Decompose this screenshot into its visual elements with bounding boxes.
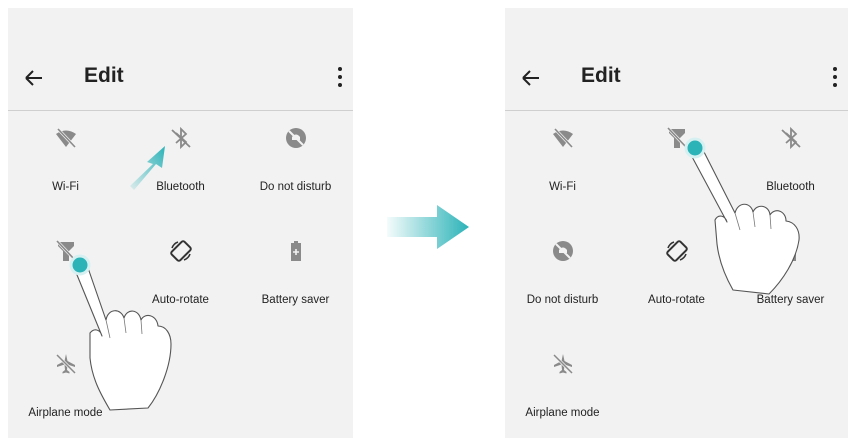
tile-airplane-mode[interactable]: Airplane mode [505,352,620,438]
do-not-disturb-icon [284,127,307,149]
tile-label: Airplane mode [525,407,600,419]
more-options-icon[interactable] [830,62,840,92]
toolbar: Edit [505,50,848,110]
tile-flashlight[interactable] [8,239,123,329]
edit-screen-before: Edit Wi-Fi Bluetooth Do not disturb Auto… [8,8,353,438]
tile-auto-rotate[interactable]: Auto-rotate [123,239,238,329]
airplane-mode-icon [552,352,573,375]
tile-bluetooth[interactable]: Bluetooth [733,126,848,216]
tile-battery-saver[interactable]: Battery saver [238,239,353,329]
tile-label: Auto-rotate [152,294,209,306]
tile-wifi[interactable]: Wi-Fi [505,126,620,216]
wifi-off-icon [54,127,77,149]
tile-label: Auto-rotate [648,294,705,306]
page-title: Edit [84,64,124,87]
tile-label: Bluetooth [766,181,815,193]
divider [8,110,353,111]
page-title: Edit [581,64,621,87]
edit-screen-after: Edit Wi-Fi Bluetooth Do not disturb Auto… [505,8,848,438]
tile-label: Do not disturb [526,294,599,306]
transition-arrow-icon [387,205,469,249]
tile-label: Wi-Fi [52,181,79,193]
tile-label: Battery saver [756,294,825,306]
back-arrow-icon[interactable] [517,64,545,92]
do-not-disturb-icon [551,240,574,262]
auto-rotate-icon [168,239,193,263]
tile-wifi[interactable]: Wi-Fi [8,126,123,216]
flashlight-icon [55,239,76,263]
tile-do-not-disturb[interactable]: Do not disturb [238,126,353,216]
battery-saver-icon [784,240,797,262]
tile-label: Battery saver [261,294,330,306]
tile-flashlight[interactable] [619,126,734,216]
toolbar: Edit [8,50,353,110]
tile-label: Wi-Fi [549,181,576,193]
battery-saver-icon [289,240,302,262]
tile-label: Do not disturb [259,181,332,193]
tile-airplane-mode[interactable]: Airplane mode [8,352,123,438]
flashlight-icon [666,126,687,150]
tile-battery-saver[interactable]: Battery saver [733,239,848,329]
tile-do-not-disturb[interactable]: Do not disturb [505,239,620,329]
airplane-mode-icon [55,352,76,375]
bluetooth-off-icon [780,128,801,148]
bluetooth-off-icon [170,128,191,148]
back-arrow-icon[interactable] [20,64,48,92]
tile-label: Airplane mode [28,407,103,419]
auto-rotate-icon [664,239,689,263]
divider [505,110,848,111]
tile-label: Bluetooth [156,181,205,193]
tile-bluetooth[interactable]: Bluetooth [123,126,238,216]
wifi-off-icon [551,127,574,149]
more-options-icon[interactable] [335,62,345,92]
tile-auto-rotate[interactable]: Auto-rotate [619,239,734,329]
